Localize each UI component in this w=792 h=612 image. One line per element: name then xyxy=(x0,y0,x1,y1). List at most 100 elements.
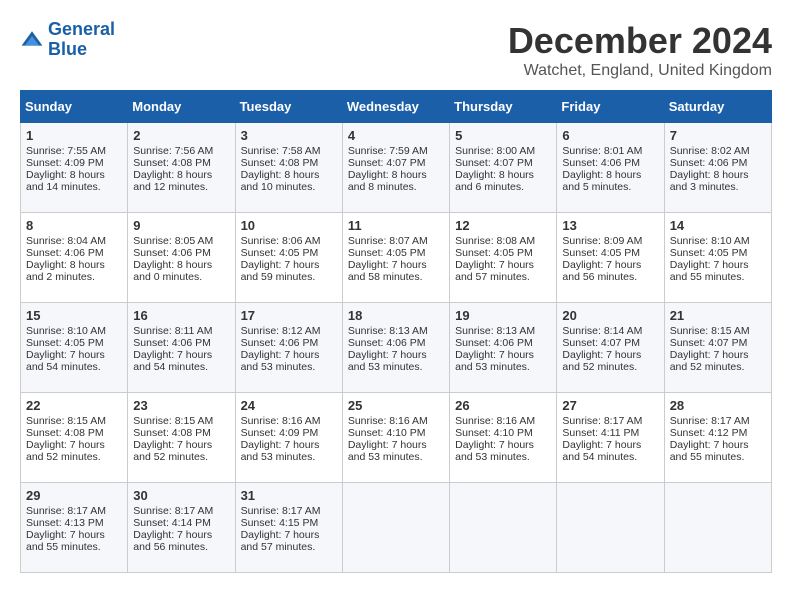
sunset-text: Sunset: 4:05 PM xyxy=(26,337,104,349)
sunset-text: Sunset: 4:13 PM xyxy=(26,517,104,529)
calendar-cell xyxy=(450,483,557,573)
header-sunday: Sunday xyxy=(21,91,128,123)
calendar-cell xyxy=(557,483,664,573)
sunrise-text: Sunrise: 7:56 AM xyxy=(133,145,213,157)
sunrise-text: Sunrise: 8:10 AM xyxy=(670,235,750,247)
calendar-cell: 27Sunrise: 8:17 AMSunset: 4:11 PMDayligh… xyxy=(557,393,664,483)
day-number: 23 xyxy=(133,398,229,413)
calendar-cell: 30Sunrise: 8:17 AMSunset: 4:14 PMDayligh… xyxy=(128,483,235,573)
day-number: 26 xyxy=(455,398,551,413)
daylight-text: Daylight: 7 hours and 58 minutes. xyxy=(348,259,427,283)
sunset-text: Sunset: 4:06 PM xyxy=(562,157,640,169)
calendar-cell: 14Sunrise: 8:10 AMSunset: 4:05 PMDayligh… xyxy=(664,213,771,303)
sunrise-text: Sunrise: 8:15 AM xyxy=(26,415,106,427)
logo-line1: General xyxy=(48,19,115,39)
calendar-header-row: SundayMondayTuesdayWednesdayThursdayFrid… xyxy=(21,91,772,123)
daylight-text: Daylight: 7 hours and 52 minutes. xyxy=(670,349,749,373)
sunrise-text: Sunrise: 8:04 AM xyxy=(26,235,106,247)
calendar-cell: 28Sunrise: 8:17 AMSunset: 4:12 PMDayligh… xyxy=(664,393,771,483)
calendar-cell: 31Sunrise: 8:17 AMSunset: 4:15 PMDayligh… xyxy=(235,483,342,573)
day-number: 7 xyxy=(670,128,766,143)
calendar-cell: 24Sunrise: 8:16 AMSunset: 4:09 PMDayligh… xyxy=(235,393,342,483)
day-number: 28 xyxy=(670,398,766,413)
calendar-week-row: 1Sunrise: 7:55 AMSunset: 4:09 PMDaylight… xyxy=(21,123,772,213)
calendar-cell: 23Sunrise: 8:15 AMSunset: 4:08 PMDayligh… xyxy=(128,393,235,483)
daylight-text: Daylight: 7 hours and 52 minutes. xyxy=(562,349,641,373)
sunrise-text: Sunrise: 8:17 AM xyxy=(26,505,106,517)
sunrise-text: Sunrise: 8:06 AM xyxy=(241,235,321,247)
calendar-cell: 4Sunrise: 7:59 AMSunset: 4:07 PMDaylight… xyxy=(342,123,449,213)
daylight-text: Daylight: 8 hours and 0 minutes. xyxy=(133,259,212,283)
logo: General Blue xyxy=(20,20,115,60)
sunrise-text: Sunrise: 8:17 AM xyxy=(241,505,321,517)
day-number: 9 xyxy=(133,218,229,233)
calendar-cell xyxy=(342,483,449,573)
daylight-text: Daylight: 7 hours and 53 minutes. xyxy=(348,349,427,373)
sunset-text: Sunset: 4:06 PM xyxy=(241,337,319,349)
sunrise-text: Sunrise: 8:15 AM xyxy=(133,415,213,427)
sunrise-text: Sunrise: 8:01 AM xyxy=(562,145,642,157)
calendar-cell: 17 Sunrise: 8:12 AMSunset: 4:06 PMDayligh… xyxy=(235,303,342,393)
daylight-text: Daylight: 8 hours and 6 minutes. xyxy=(455,169,534,193)
calendar-week-row: 15 Sunrise: 8:10 AMSunset: 4:05 PM Dayligh… xyxy=(21,303,772,393)
sunrise-text: Sunrise: 8:07 AM xyxy=(348,235,428,247)
day-number: 29 xyxy=(26,488,122,503)
header-friday: Friday xyxy=(557,91,664,123)
calendar-cell: 12Sunrise: 8:08 AMSunset: 4:05 PMDayligh… xyxy=(450,213,557,303)
header-saturday: Saturday xyxy=(664,91,771,123)
calendar-cell: 21Sunrise: 8:15 AMSunset: 4:07 PMDayligh… xyxy=(664,303,771,393)
calendar-cell: 19Sunrise: 8:13 AMSunset: 4:06 PMDayligh… xyxy=(450,303,557,393)
month-title: December 2024 xyxy=(508,20,772,62)
daylight-text: Daylight: 7 hours and 54 minutes. xyxy=(133,349,212,373)
sunset-text: Sunset: 4:11 PM xyxy=(562,427,639,439)
day-number: 5 xyxy=(455,128,551,143)
sunrise-text: Sunrise: 8:12 AM xyxy=(241,325,321,337)
logo-text: General Blue xyxy=(48,20,115,60)
sunset-text: Sunset: 4:05 PM xyxy=(562,247,640,259)
sunrise-text: Sunrise: 8:10 AM xyxy=(26,325,106,337)
header-tuesday: Tuesday xyxy=(235,91,342,123)
sunset-text: Sunset: 4:06 PM xyxy=(133,247,211,259)
calendar-week-row: 22Sunrise: 8:15 AMSunset: 4:08 PMDayligh… xyxy=(21,393,772,483)
daylight-text: Daylight: 8 hours and 5 minutes. xyxy=(562,169,641,193)
day-number: 15 xyxy=(26,308,122,323)
sunrise-text: Sunrise: 8:00 AM xyxy=(455,145,535,157)
sunset-text: Sunset: 4:07 PM xyxy=(562,337,640,349)
calendar-cell: 2Sunrise: 7:56 AMSunset: 4:08 PMDaylight… xyxy=(128,123,235,213)
sunset-text: Sunset: 4:06 PM xyxy=(133,337,211,349)
calendar-cell: 29 Sunrise: 8:17 AMSunset: 4:13 PMDayligh… xyxy=(21,483,128,573)
day-number: 31 xyxy=(241,488,337,503)
day-number: 17 xyxy=(241,308,337,323)
day-number: 14 xyxy=(670,218,766,233)
sunrise-text: Sunrise: 7:59 AM xyxy=(348,145,428,157)
calendar-cell: 3Sunrise: 7:58 AMSunset: 4:08 PMDaylight… xyxy=(235,123,342,213)
daylight-text: Daylight: 7 hours and 55 minutes. xyxy=(26,529,105,553)
daylight-text: Daylight: 7 hours and 53 minutes. xyxy=(241,349,320,373)
sunset-text: Sunset: 4:08 PM xyxy=(133,157,211,169)
sunrise-text: Sunrise: 8:13 AM xyxy=(348,325,428,337)
day-number: 3 xyxy=(241,128,337,143)
sunrise-text: Sunrise: 7:58 AM xyxy=(241,145,321,157)
sunset-text: Sunset: 4:06 PM xyxy=(348,337,426,349)
sunset-text: Sunset: 4:12 PM xyxy=(670,427,748,439)
sunrise-text: Sunrise: 7:55 AM xyxy=(26,145,106,157)
header-thursday: Thursday xyxy=(450,91,557,123)
calendar-week-row: 8Sunrise: 8:04 AMSunset: 4:06 PMDaylight… xyxy=(21,213,772,303)
day-number: 12 xyxy=(455,218,551,233)
calendar-week-row: 29Sunrise: 8:17 AMSunset: 4:13 PMDayligh… xyxy=(21,483,772,573)
sunrise-text: Sunrise: 8:15 AM xyxy=(670,325,750,337)
page-header: General Blue December 2024 Watchet, Engl… xyxy=(20,20,772,80)
sunset-text: Sunset: 4:15 PM xyxy=(241,517,319,529)
sunset-text: Sunset: 4:06 PM xyxy=(455,337,533,349)
day-number: 18 xyxy=(348,308,444,323)
day-number: 10 xyxy=(241,218,337,233)
day-number: 11 xyxy=(348,218,444,233)
sunrise-text: Sunrise: 8:11 AM xyxy=(133,325,212,337)
sunset-text: Sunset: 4:07 PM xyxy=(348,157,426,169)
daylight-text: Daylight: 7 hours and 55 minutes. xyxy=(670,439,749,463)
sunrise-text: Sunrise: 8:09 AM xyxy=(562,235,642,247)
day-number: 25 xyxy=(348,398,444,413)
day-number: 13 xyxy=(562,218,658,233)
day-number: 24 xyxy=(241,398,337,413)
sunrise-text: Sunrise: 8:14 AM xyxy=(562,325,642,337)
